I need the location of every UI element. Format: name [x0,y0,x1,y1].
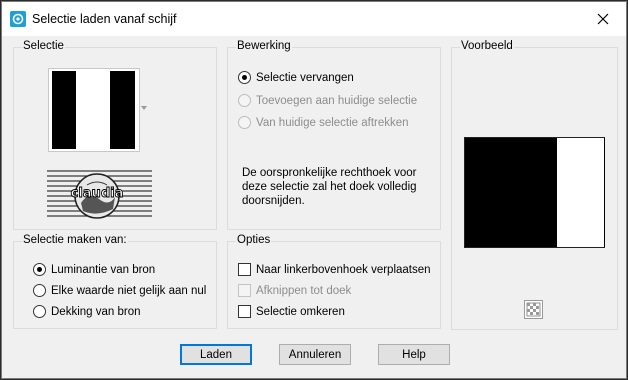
preview-group: Voorbeeld [451,40,618,330]
radio-replace-selection[interactable]: Selectie vervangen [238,71,354,84]
window-title: Selectie laden vanaf schijf [32,12,177,26]
preview-edge [604,138,605,247]
title-bar: Selectie laden vanaf schijf [2,2,626,36]
selection-thumbnail[interactable] [48,68,140,152]
load-selection-dialog: Selectie laden vanaf schijf Selectie cla… [1,1,627,379]
radio-source-opacity[interactable]: Dekking van bron [33,305,141,318]
checkbox-invert-selection[interactable]: Selectie omkeren [238,305,345,318]
watermark-logo: claudia [47,169,152,221]
radio-indicator[interactable] [33,284,46,297]
preview-group-label: Voorbeeld [460,40,514,52]
radio-label: Dekking van bron [51,305,141,318]
radio-indicator[interactable] [238,71,251,84]
load-button[interactable]: Laden [180,344,252,365]
checkerboard-icon [526,302,541,317]
checkbox-move-top-left[interactable]: Naar linkerbovenhoek verplaatsen [238,263,431,276]
help-button[interactable]: Help [378,344,450,365]
checkbox-indicator[interactable] [238,263,251,276]
close-button[interactable] [580,2,626,36]
selection-preview-image [52,71,135,149]
cancel-button[interactable]: Annuleren [279,344,351,365]
checkbox-label: Afknippen tot doek [256,284,352,297]
transparency-toggle-button[interactable] [524,300,543,319]
source-group: Selectie maken van: Luminantie van bron … [13,234,217,329]
preview-canvas [464,137,605,248]
options-group-label: Opties [236,234,272,246]
selection-group-label: Selectie [22,40,65,52]
svg-text:claudia: claudia [71,186,124,201]
radio-indicator[interactable] [33,305,46,318]
radio-label: Van huidige selectie aftrekken [256,116,409,129]
preview-selection-fill [465,138,557,247]
checkbox-indicator[interactable] [238,305,251,318]
operation-description: De oorspronkelijke rechthoek voor deze s… [242,167,417,207]
radio-source-luminance[interactable]: Luminantie van bron [33,263,155,276]
radio-label: Toevoegen aan huidige selectie [256,94,418,107]
app-icon [10,11,26,27]
close-icon [597,13,609,25]
radio-label: Selectie vervangen [256,71,354,84]
checkbox-label: Naar linkerbovenhoek verplaatsen [256,263,431,276]
operation-group: Bewerking Selectie vervangen Toevoegen a… [227,40,441,230]
radio-add-to-selection[interactable]: Toevoegen aan huidige selectie [238,94,417,107]
checkbox-indicator[interactable] [238,284,251,297]
radio-subtract-from-selection[interactable]: Van huidige selectie aftrekken [238,116,409,129]
radio-indicator[interactable] [33,263,46,276]
checkbox-clip-to-canvas[interactable]: Afknippen tot doek [238,284,351,297]
radio-label: Elke waarde niet gelijk aan nul [51,284,207,297]
radio-indicator[interactable] [238,116,251,129]
checkbox-label: Selectie omkeren [256,305,345,318]
operation-group-label: Bewerking [236,40,292,52]
source-group-label: Selectie maken van: [22,234,128,246]
radio-source-nonzero[interactable]: Elke waarde niet gelijk aan nul [33,284,206,297]
selection-group: Selectie claudia [13,40,217,230]
options-group: Opties Naar linkerbovenhoek verplaatsen … [227,234,441,329]
radio-label: Luminantie van bron [51,263,156,276]
radio-indicator[interactable] [238,94,251,107]
dropdown-arrow-icon[interactable] [141,106,147,110]
